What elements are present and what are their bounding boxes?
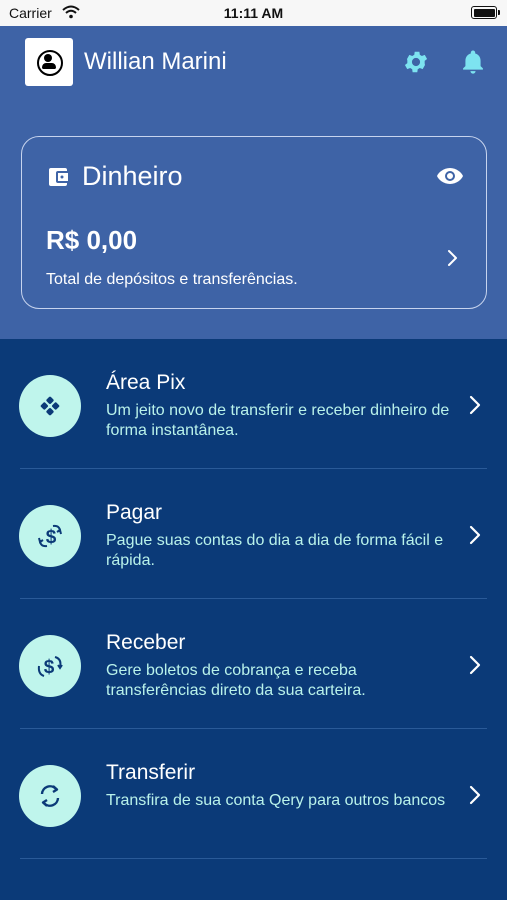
menu-item-description: Pague suas contas do dia a dia de forma … [106,532,444,569]
notification-bell-icon[interactable] [459,48,487,76]
chevron-right-icon [469,785,481,805]
eye-icon[interactable] [436,166,464,186]
menu-item-pagar[interactable]: $ Pagar Pague suas contas do dia a dia d… [0,469,507,599]
pix-icon-circle [19,375,81,437]
transfer-icon-circle [19,765,81,827]
menu-item-receber[interactable]: $ Receber Gere boletos de cobrança e rec… [0,599,507,729]
menu-item-description: Um jeito novo de transferir e receber di… [106,402,450,439]
wallet-icon [49,168,68,186]
menu-item-title: Pagar [106,501,163,524]
pay-icon: $ [38,524,62,548]
receive-icon-circle: $ [19,635,81,697]
menu-item-title: Área Pix [106,371,186,394]
menu-item-area-pix[interactable]: Área Pix Um jeito novo de transferir e r… [0,339,507,469]
menu-list: Área Pix Um jeito novo de transferir e r… [0,339,507,900]
menu-item-transferir[interactable]: Transferir Transfira de sua conta Qery p… [0,729,507,859]
transfer-icon [40,785,60,807]
status-time: 11:11 AM [223,5,284,21]
menu-item-title: Receber [106,631,186,654]
battery-icon [471,6,500,19]
receive-icon: $ [37,656,63,678]
avatar[interactable] [25,38,73,86]
svg-text:$: $ [44,657,55,678]
menu-item-title: Transferir [106,761,196,784]
divider [20,858,487,859]
chevron-right-icon[interactable] [446,247,460,269]
status-bar: Carrier 11:11 AM [0,0,507,26]
header: Willian Marini Dinheiro R$ 0,00 Total de… [0,26,507,339]
chevron-right-icon [469,395,481,415]
balance-card[interactable]: Dinheiro R$ 0,00 Total de depósitos e tr… [21,136,487,309]
balance-amount: R$ 0,00 [46,225,138,255]
chevron-right-icon [469,655,481,675]
pay-icon-circle: $ [19,505,81,567]
svg-text:$: $ [46,527,57,548]
menu-item-description: Gere boletos de cobrança e receba transf… [106,662,366,699]
balance-subtitle: Total de depósitos e transferências. [46,271,298,288]
card-title: Dinheiro [82,161,183,191]
pix-icon [40,396,60,416]
user-name: Willian Marini [84,48,227,75]
menu-item-description: Transfira de sua conta Qery para outros … [106,792,446,809]
chevron-right-icon [469,525,481,545]
settings-gear-icon[interactable] [402,48,430,76]
